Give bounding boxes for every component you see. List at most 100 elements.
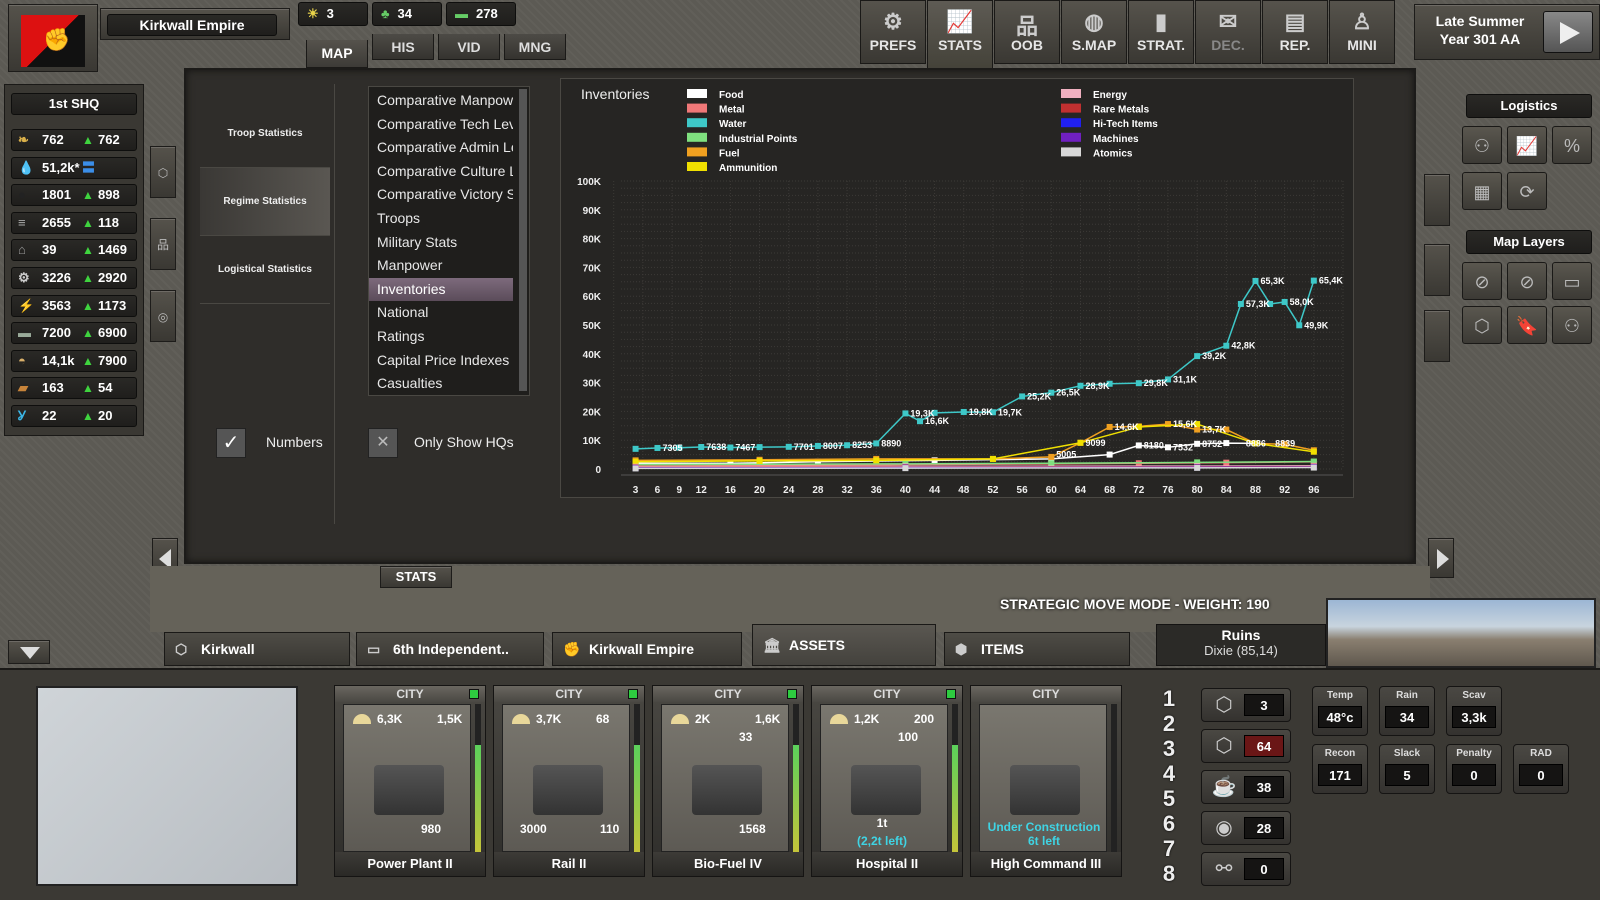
- menu-item[interactable]: Troops: [369, 207, 513, 231]
- menu-item[interactable]: Comparative Manpower: [369, 89, 513, 113]
- hq-resource-row[interactable]: ◓ 14,1k ▲ 7900: [11, 349, 137, 372]
- strat-button[interactable]: ▮ STRAT.: [1128, 0, 1194, 64]
- slot-number[interactable]: 1: [1150, 686, 1188, 711]
- side-layers-button[interactable]: [1424, 244, 1450, 296]
- side-tree-button[interactable]: 品: [150, 218, 176, 270]
- menu-item[interactable]: Military Stats: [369, 231, 513, 255]
- series-point: [632, 465, 639, 472]
- menu-item[interactable]: National: [369, 301, 513, 325]
- counter-pill[interactable]: ⬡ 3: [1201, 688, 1291, 722]
- hq-resource-value: 14,1k: [42, 352, 75, 368]
- menu-item[interactable]: Casualties: [369, 372, 513, 396]
- logistics-graph-button[interactable]: 📈: [1507, 126, 1547, 164]
- hq-resource-row[interactable]: 💧 51,2k* 〓: [11, 156, 137, 179]
- rep-button[interactable]: ▤ REP.: [1262, 0, 1328, 64]
- layer-hex-button[interactable]: ⬡: [1462, 306, 1502, 344]
- smap-button[interactable]: ◍ S.MAP: [1061, 0, 1127, 64]
- menu-scrollbar[interactable]: [519, 89, 527, 391]
- menu-item[interactable]: Comparative Victory Score: [369, 183, 513, 207]
- layer-nocross-button[interactable]: ⊘: [1507, 262, 1547, 300]
- slot-number[interactable]: 7: [1150, 836, 1188, 861]
- menu-item[interactable]: Comparative Culture Level: [369, 160, 513, 184]
- energy-icon: ⚡: [18, 297, 35, 313]
- prefs-button[interactable]: ⚙ PREFS: [860, 0, 926, 64]
- layer-network-button[interactable]: ⚇: [1552, 306, 1592, 344]
- tab-mng[interactable]: MNG: [504, 34, 566, 60]
- category-regime[interactable]: Regime Statistics: [200, 168, 330, 236]
- top-button-label: DEC.: [1211, 37, 1245, 53]
- counter-pill[interactable]: ⚯ 0: [1201, 852, 1291, 886]
- side-copy-button[interactable]: [1424, 310, 1450, 362]
- slot-number[interactable]: 8: [1150, 861, 1188, 886]
- logistics-percent-button[interactable]: %: [1552, 126, 1592, 164]
- hq-resource-row[interactable]: ⌂ 39 ▲ 1469: [11, 239, 137, 262]
- menu-item[interactable]: Comparative Tech Level: [369, 113, 513, 137]
- side-cube-button[interactable]: ⬡: [150, 146, 176, 198]
- only-hq-checkbox[interactable]: ✕: [368, 428, 398, 458]
- tab-his[interactable]: HIS: [372, 34, 434, 60]
- layer-road-button[interactable]: ⊘: [1462, 262, 1502, 300]
- mini-button[interactable]: ♙ MINI: [1329, 0, 1395, 64]
- hq-resource-row[interactable]: ▰ 163 ▲ 54: [11, 377, 137, 400]
- tab-map[interactable]: MAP: [306, 40, 368, 68]
- logistics-cycle-button[interactable]: ⟳: [1507, 172, 1547, 210]
- slot-number[interactable]: 4: [1150, 761, 1188, 786]
- stats-map-tab[interactable]: STATS: [380, 566, 452, 588]
- side-square-button[interactable]: [1424, 174, 1450, 226]
- bank-icon: 🏛: [763, 637, 781, 653]
- hq-resource-row[interactable]: ≡ 2655 ▲ 118: [11, 211, 137, 234]
- dec-button[interactable]: ✉ DEC.: [1195, 0, 1261, 64]
- menu-item[interactable]: Comparative Admin Level: [369, 136, 513, 160]
- hq-resource-row[interactable]: ⚡ 3563 ▲ 1173: [11, 294, 137, 317]
- x-tick-label: 12: [696, 485, 708, 496]
- slot-number[interactable]: 5: [1150, 786, 1188, 811]
- collapse-button[interactable]: [8, 640, 50, 664]
- card-header: CITY: [653, 686, 803, 702]
- counter-pill[interactable]: ◉ 28: [1201, 811, 1291, 845]
- asset-card[interactable]: CITY 1,2K 200 100 1t (2,2t left) Hospital II: [811, 685, 963, 877]
- asset-card[interactable]: CITY 3,7K 68 3000 110 Rail II: [493, 685, 645, 877]
- data-label: 31,1K: [1173, 374, 1198, 384]
- asset-card[interactable]: CITY 6,3K 1,5K 980 Power Plant II: [334, 685, 486, 877]
- hq-resource-row[interactable]: Ỿ 22 ▲ 20: [11, 405, 137, 427]
- bottom-tab-label: ITEMS: [981, 641, 1024, 657]
- logistics-grid-button[interactable]: ▦: [1462, 172, 1502, 210]
- side-target-button[interactable]: ◎: [150, 290, 176, 342]
- counter-pill[interactable]: ⬡ 64: [1201, 729, 1291, 763]
- bottom-tab-kirkwall[interactable]: ✊ Kirkwall Empire: [552, 632, 742, 666]
- bottom-tab-6th[interactable]: ▭ 6th Independent..: [356, 632, 544, 666]
- logistics-network-button[interactable]: ⚇: [1462, 126, 1502, 164]
- menu-item[interactable]: Manpower: [369, 254, 513, 278]
- hq-title[interactable]: 1st SHQ: [11, 93, 137, 115]
- hq-resource-row[interactable]: ❧ 762 ▲ 762: [11, 129, 137, 151]
- hq-resource-row[interactable]: ▬ 7200 ▲ 6900: [11, 322, 137, 345]
- menu-item[interactable]: Inventories: [369, 277, 513, 302]
- bottom-tab-items[interactable]: ⬢ ITEMS: [944, 632, 1130, 666]
- category-logistical[interactable]: Logistical Statistics: [200, 236, 330, 304]
- menu-item[interactable]: Capital Price Indexes: [369, 349, 513, 373]
- hq-resource-row[interactable]: ⚙ 3226 ▲ 2920: [11, 267, 137, 289]
- stats-button[interactable]: 📈 STATS: [927, 0, 993, 70]
- hq-resource-row[interactable]: ● 1801 ▲ 898: [11, 184, 137, 207]
- up-arrow-icon: ▲: [82, 381, 94, 396]
- counter-pill[interactable]: ☕ 38: [1201, 770, 1291, 804]
- layer-bookmark-button[interactable]: 🔖: [1507, 306, 1547, 344]
- bottom-tab-kirkwall[interactable]: ⬡ Kirkwall: [164, 632, 350, 666]
- gear-icon: ⚙: [18, 270, 30, 285]
- layer-stripe-button[interactable]: ▭: [1552, 262, 1592, 300]
- tab-vid[interactable]: VID: [438, 34, 500, 60]
- slot-number[interactable]: 3: [1150, 736, 1188, 761]
- bottom-tab-assets[interactable]: 🏛 ASSETS: [752, 624, 936, 666]
- menu-item[interactable]: Ratings: [369, 325, 513, 349]
- data-label: 13,7K: [1202, 425, 1227, 435]
- category-troop[interactable]: Troop Statistics: [200, 100, 330, 168]
- numbers-checkbox[interactable]: ✓: [216, 428, 246, 458]
- scroll-right-button[interactable]: [1428, 538, 1454, 578]
- asset-card[interactable]: CITY Under Construction 6t left High Comman…: [970, 685, 1122, 877]
- empire-flag-frame[interactable]: ✊: [8, 4, 98, 72]
- end-turn-button[interactable]: [1543, 11, 1593, 53]
- slot-number[interactable]: 6: [1150, 811, 1188, 836]
- asset-card[interactable]: CITY 2K 1,6K 33 1568 Bio-Fuel IV: [652, 685, 804, 877]
- oob-button[interactable]: 品 OOB: [994, 0, 1060, 64]
- slot-number[interactable]: 2: [1150, 711, 1188, 736]
